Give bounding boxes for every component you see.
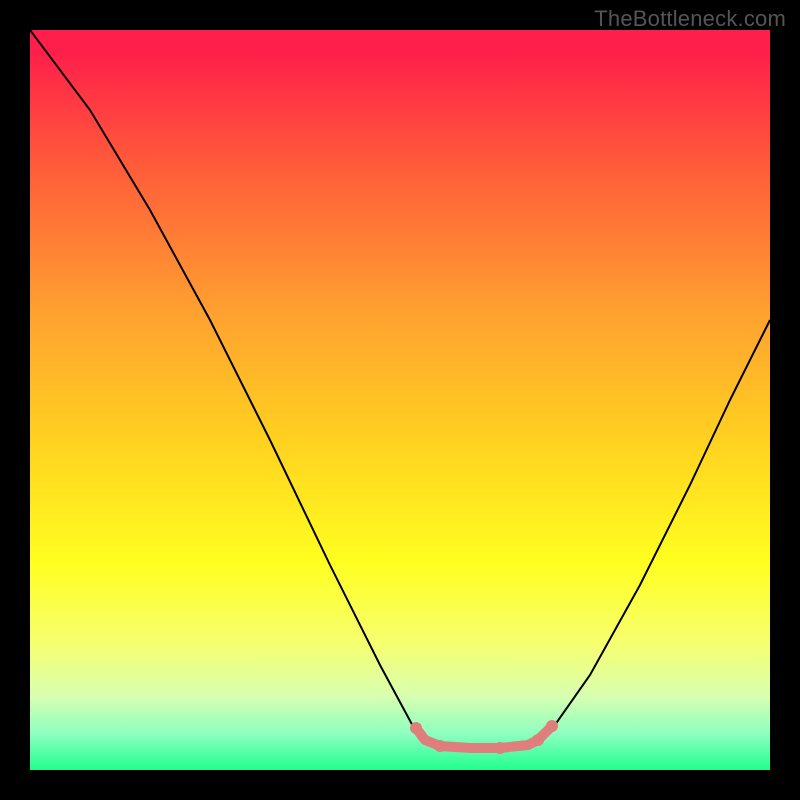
bottleneck-curve <box>30 30 770 748</box>
watermark-text: TheBottleneck.com <box>594 6 786 32</box>
plot-area <box>30 30 770 770</box>
chart-frame: TheBottleneck.com <box>0 0 800 800</box>
curve-layer <box>30 30 770 770</box>
